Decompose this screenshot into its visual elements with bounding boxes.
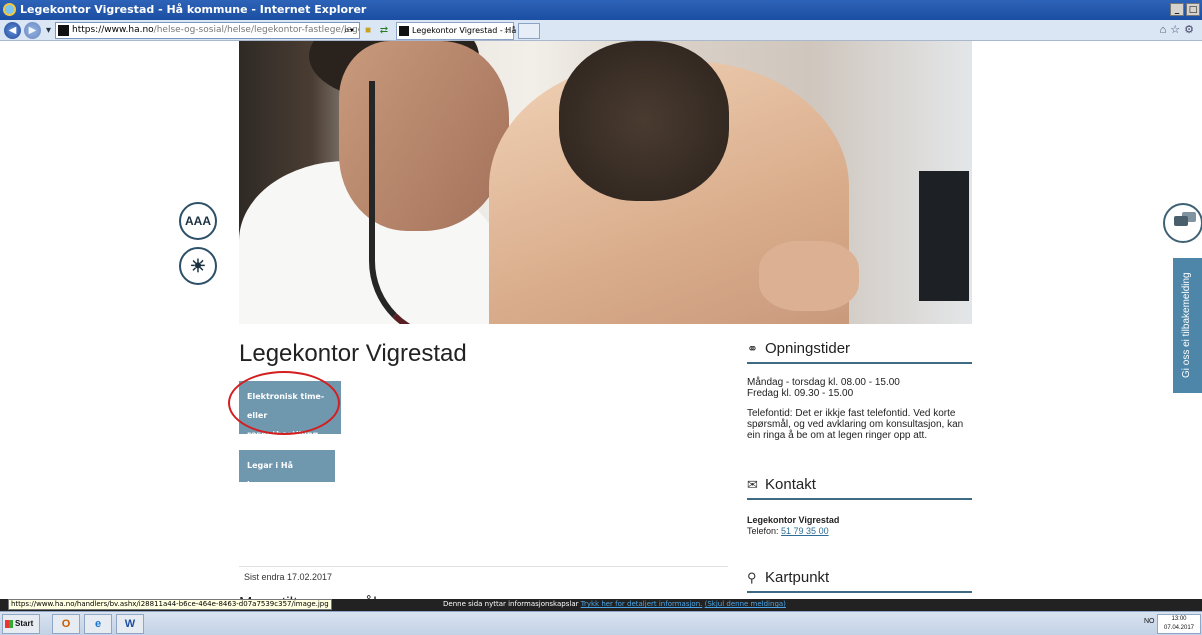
start-label: Start [15,619,34,628]
forward-button[interactable]: ▶ [24,22,41,39]
opening-hours-text: Måndag - torsdag kl. 08.00 - 15.00 Freda… [747,377,972,441]
status-url-tooltip: https://www.ha.no/handlers/bv.ashx/i2881… [8,599,332,610]
internet-explorer-taskbar-icon[interactable]: e [84,614,112,634]
text-size-button[interactable]: AAA [179,202,217,240]
cookie-info-link[interactable]: Trykk her for detaljert informasjon. [581,600,703,608]
phone-link[interactable]: 51 79 35 00 [781,526,829,536]
opening-hours-title: Opningstider [765,340,851,357]
search-icon[interactable]: ⌕▾ [340,23,358,38]
lock-icon[interactable]: ■ [362,23,374,38]
language-indicator[interactable]: NO [1144,618,1155,625]
tab-title: Legekontor Vigrestad - Hå ko... [412,26,536,35]
taskbar: Start O e W NO 13:00 07.04.2017 [0,611,1202,635]
word-taskbar-icon[interactable]: W [116,614,144,634]
clock-date: 07.04.2017 [1163,625,1195,631]
system-clock[interactable]: 13:00 07.04.2017 [1157,614,1201,634]
tab-legekontor-vigrestad[interactable]: Legekontor Vigrestad - Hå ko... × [396,22,536,40]
maximize-button[interactable]: □ [1186,3,1200,16]
divider [239,566,728,567]
contact-name: Legekontor Vigrestad [747,515,840,525]
history-dropdown-icon[interactable]: ▾ [44,23,53,38]
chat-icon[interactable] [1163,203,1202,243]
opening-hours-heading: ⚭ Opningstider [747,340,972,364]
monitor [919,171,969,301]
hours-mon-thu: Måndag - torsdag kl. 08.00 - 15.00 [747,377,900,388]
windows-flag-icon [5,620,13,628]
contact-details: Legekontor Vigrestad Telefon: 51 79 35 0… [747,515,972,537]
contrast-button[interactable]: ☀ [179,247,217,285]
refresh-icon[interactable]: ⇄ [377,23,391,38]
map-point-title: Kartpunkt [765,569,830,586]
feedback-tab[interactable]: Gi oss ei tilbakemelding [1173,258,1202,393]
clock-time: 13:00 [1171,616,1187,622]
doctors-label: Legar i Hå kommune [247,461,293,489]
page-title: Legekontor Vigrestad [239,340,467,367]
hero-image-doctor-patient [239,41,972,324]
map-point-heading: ⚲ Kartpunkt [747,569,972,593]
tab-close-icon[interactable]: × [503,23,510,39]
window-controls: _ □ [1170,3,1200,16]
url-host: https://www.ha.no [72,25,154,35]
window-title: Legekontor Vigrestad - Hå kommune - Inte… [20,3,367,16]
back-button[interactable]: ◀ [4,22,21,39]
headset-icon: ⚭ [747,341,758,356]
chat-bubble-front [1174,216,1188,226]
cookie-notice: Denne sida nyttar informasjonskapslar Tr… [443,600,786,608]
doctors-in-ha-button[interactable]: Legar i Hå kommune [239,450,335,489]
doctor-hand [759,241,859,311]
minimize-button[interactable]: _ [1170,3,1184,16]
outlook-taskbar-icon[interactable]: O [52,614,80,634]
browser-toolbar: ◀ ▶ ▾ https://www.ha.no/helse-og-sosial/… [0,20,1202,41]
home-favorites-settings-icons[interactable]: ⌂☆⚙ [1160,23,1198,36]
url-path: /helse-og-sosial/helse/legekontor-fastle… [153,25,359,35]
red-annotation-circle [228,371,340,435]
contact-title: Kontakt [765,476,816,493]
last-edited: Sist endra 17.02.2017 [244,572,333,582]
mail-icon: ✉ [747,477,758,492]
internet-explorer-icon [3,3,16,16]
site-favicon-icon [58,25,69,36]
contact-heading: ✉ Kontakt [747,476,972,500]
window-title-bar: Legekontor Vigrestad - Hå kommune - Inte… [0,0,1202,20]
phone-time-note: Telefontid: Det er ikkje fast telefontid… [747,408,964,441]
feedback-label: Gi oss ei tilbakemelding [1181,272,1192,378]
stethoscope [369,81,489,324]
start-button[interactable]: Start [2,614,40,634]
phone-label: Telefon: [747,526,782,536]
tab-favicon-icon [399,26,409,36]
hours-fri: Fredag kl. 09.30 - 15.00 [747,388,854,399]
cookie-text: Denne sida nyttar informasjonskapslar [443,600,581,608]
location-pin-icon: ⚲ [747,570,757,585]
patient-head [559,41,729,201]
address-bar-input[interactable]: https://www.ha.no/helse-og-sosial/helse/… [55,22,360,39]
cookie-hide-link[interactable]: (Skjul denne meldinga) [705,600,786,608]
new-tab-button[interactable] [518,23,540,39]
status-bar: https://www.ha.no/handlers/bv.ashx/i2881… [0,599,1202,611]
